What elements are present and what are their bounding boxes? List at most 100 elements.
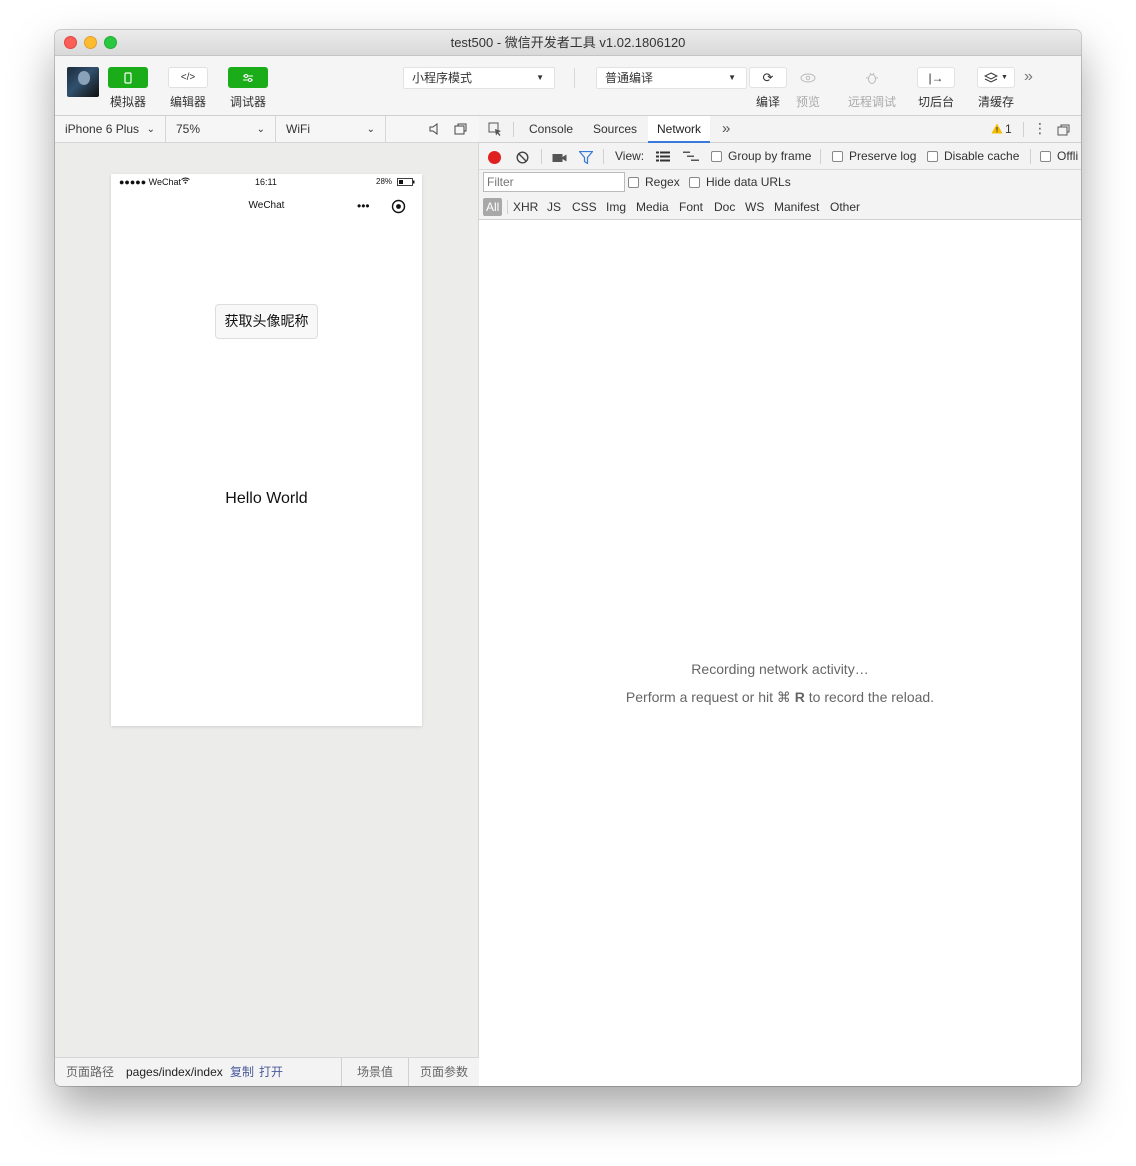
toolbar-divider (820, 149, 821, 164)
window-title: test500 - 微信开发者工具 v1.02.1806120 (450, 35, 686, 50)
waterfall-view-icon[interactable] (683, 151, 699, 165)
preview-label: 预览 (795, 95, 820, 109)
disable-cache-checkbox[interactable] (927, 151, 938, 162)
background-button[interactable]: |→ (917, 67, 955, 88)
type-filter-font[interactable]: Font (679, 195, 703, 220)
type-filter-all[interactable]: All (483, 198, 503, 216)
code-icon: </> (180, 72, 196, 83)
zoom-select[interactable]: 75% ⌄ (166, 116, 276, 143)
resource-type-filter-row: All XHR JS CSS Img Media Font Doc WS Man… (479, 195, 1081, 220)
view-label: View: (615, 149, 645, 163)
page-params-button[interactable]: 页面参数 (420, 1058, 468, 1086)
type-filter-js[interactable]: JS (547, 195, 561, 220)
bottom-divider (341, 1058, 342, 1086)
minimize-window-button[interactable] (84, 36, 97, 49)
remote-debug-button[interactable] (853, 67, 891, 88)
chevron-down-icon: ⌄ (146, 124, 155, 135)
bottom-divider (408, 1058, 409, 1086)
carrier-text: ●●●●● WeChat (119, 177, 182, 187)
type-filter-css[interactable]: CSS (572, 195, 597, 220)
chevron-down-icon: ⌄ (256, 124, 265, 135)
bug-icon (866, 72, 878, 84)
type-filter-other[interactable]: Other (830, 195, 860, 220)
caret-down-icon: ▼ (1001, 74, 1008, 81)
simulator-label: 模拟器 (109, 95, 146, 109)
compile-button[interactable]: ⟳ (749, 67, 787, 88)
device-bar: iPhone 6 Plus ⌄ 75% ⌄ WiFi ⌄ (55, 116, 479, 143)
undock-icon[interactable] (1057, 124, 1070, 139)
user-avatar[interactable] (67, 67, 99, 97)
simulator-toggle-button[interactable] (108, 67, 148, 88)
hide-data-urls-checkbox[interactable] (689, 177, 700, 188)
nav-title: WeChat (248, 200, 285, 211)
device-select-value: iPhone 6 Plus (65, 122, 140, 136)
phone-status-bar: ●●●●● WeChat 16:11 28% (111, 174, 422, 190)
type-filter-manifest[interactable]: Manifest (774, 195, 819, 220)
battery-percent: 28% (376, 177, 393, 186)
layers-icon (984, 71, 999, 83)
close-capsule-icon[interactable] (391, 199, 406, 222)
tab-sources[interactable]: Sources (584, 116, 646, 143)
network-select[interactable]: WiFi ⌄ (276, 116, 386, 143)
preserve-log-label: Preserve log (849, 149, 917, 163)
filter-funnel-icon[interactable] (578, 150, 594, 167)
disable-cache-label: Disable cache (944, 149, 1020, 163)
type-filter-ws[interactable]: WS (745, 195, 764, 220)
open-path-link[interactable]: 打开 (259, 1058, 283, 1086)
type-filter-img[interactable]: Img (606, 195, 626, 220)
editor-toggle-button[interactable]: </> (168, 67, 208, 88)
preview-button[interactable] (789, 67, 827, 88)
offline-checkbox[interactable] (1040, 151, 1051, 162)
maximize-window-button[interactable] (104, 36, 117, 49)
reload-hint-suffix: to record the reload. (804, 689, 935, 705)
refresh-icon: ⟳ (762, 69, 774, 85)
record-button[interactable] (488, 151, 501, 164)
detach-window-icon[interactable] (454, 123, 467, 138)
regex-checkbox[interactable] (628, 177, 639, 188)
path-label: 页面路径 (66, 1065, 115, 1079)
reload-hint-key: R (794, 689, 805, 705)
toolbar-divider (1030, 149, 1031, 164)
compile-mode-select[interactable]: 普通编译 ▼ (596, 67, 747, 89)
recording-message: Recording network activity… (691, 661, 869, 677)
devtools-tab-bar: Console Sources Network » 1 ⋮ (479, 116, 1081, 143)
copy-path-link[interactable]: 复制 (230, 1058, 254, 1086)
mode-select-value: 小程序模式 (412, 71, 473, 85)
close-window-button[interactable] (64, 36, 77, 49)
debugger-toggle-button[interactable] (228, 67, 268, 88)
clear-cache-button[interactable]: ▼ (977, 67, 1015, 88)
offline-label: Offli (1057, 149, 1079, 163)
editor-label: 编辑器 (169, 95, 206, 109)
preserve-log-checkbox[interactable] (832, 151, 843, 162)
list-view-icon[interactable] (656, 151, 670, 165)
speaker-icon[interactable] (429, 123, 439, 138)
more-chevron-icon[interactable]: » (1024, 68, 1033, 86)
clear-cache-label: 清缓存 (977, 95, 1014, 109)
background-label: 切后台 (917, 95, 954, 109)
network-toolbar: View: Group by frame Preserve log Disabl… (479, 143, 1081, 170)
group-by-frame-label: Group by frame (728, 149, 812, 163)
type-filter-media[interactable]: Media (636, 195, 669, 220)
video-camera-icon[interactable] (552, 152, 567, 166)
warning-icon[interactable] (991, 123, 1003, 137)
wifi-icon (181, 176, 190, 186)
kebab-menu-icon[interactable]: ⋮ (1033, 121, 1047, 135)
group-by-frame-checkbox[interactable] (711, 151, 722, 162)
inspect-element-icon[interactable] (488, 122, 503, 140)
get-userinfo-button[interactable]: 获取头像昵称 (215, 304, 318, 339)
clear-icon[interactable] (516, 151, 529, 167)
debugger-label: 调试器 (229, 95, 266, 109)
mode-select[interactable]: 小程序模式 ▼ (403, 67, 555, 89)
tab-console[interactable]: Console (520, 116, 582, 143)
filter-input[interactable] (483, 172, 625, 192)
type-filter-doc[interactable]: Doc (714, 195, 735, 220)
tab-network[interactable]: Network (648, 116, 711, 143)
more-dots-icon[interactable]: ••• (357, 196, 370, 216)
more-tabs-chevron-icon[interactable]: » (722, 120, 730, 137)
scene-value-button[interactable]: 场景值 (357, 1058, 393, 1086)
status-time: 16:11 (255, 177, 277, 187)
device-select[interactable]: iPhone 6 Plus ⌄ (55, 116, 166, 143)
type-filter-xhr[interactable]: XHR (513, 195, 538, 220)
hide-data-urls-label: Hide data URLs (706, 175, 791, 189)
toolbar-divider (541, 149, 542, 164)
